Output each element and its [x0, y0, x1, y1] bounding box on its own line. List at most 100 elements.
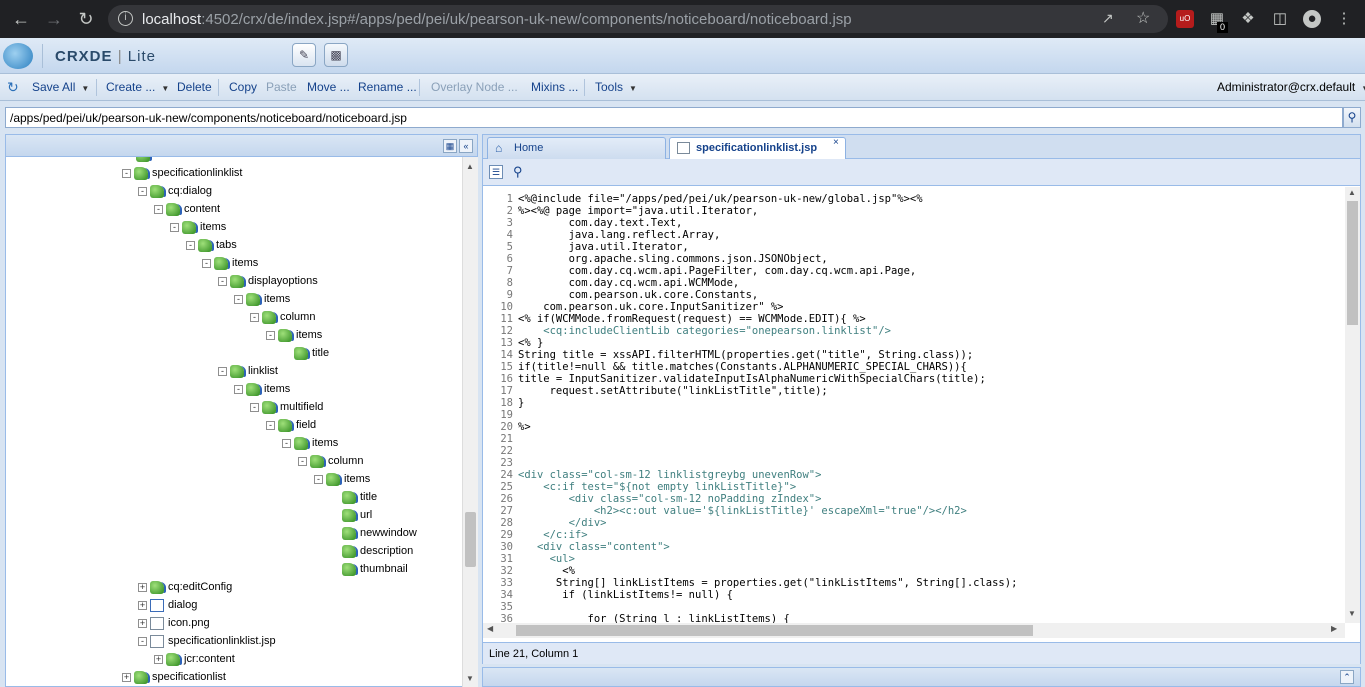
tree-node[interactable]: - specificationlinklist.jsp [138, 632, 276, 650]
info-icon[interactable]: i [118, 11, 133, 26]
tree-node[interactable]: - items [202, 254, 258, 272]
tree-node[interactable]: - displayoptions [218, 272, 318, 290]
collapse-icon[interactable]: - [266, 330, 275, 340]
code-line: <div class="content"> [518, 541, 670, 553]
tree-node[interactable]: thumbnail [330, 560, 408, 578]
user-menu-button[interactable]: Administrator@crx.default▼ [1217, 80, 1365, 94]
puzzle-extensions-icon[interactable]: ❖ [1239, 10, 1257, 28]
tree-node[interactable]: title [282, 344, 329, 362]
find-icon[interactable]: ⚲ [513, 164, 523, 180]
collapse-icon[interactable]: - [122, 168, 131, 178]
forward-icon[interactable]: → [44, 9, 64, 29]
tree-node[interactable]: - items [266, 326, 322, 344]
tree-node[interactable]: - items [282, 434, 338, 452]
address-bar[interactable]: i localhost:4502/crx/de/index.jsp#/apps/… [108, 5, 1168, 33]
package-mode-icon[interactable]: ▩ [324, 43, 348, 67]
code-line: <cq:includeClientLib categories="onepear… [518, 325, 891, 337]
editor-vscroll-thumb[interactable] [1347, 201, 1358, 325]
code-line: %><%@ page import="java.util.Iterator, [518, 205, 759, 217]
save-all-button[interactable]: Save All ▼ [32, 80, 89, 94]
collapse-icon[interactable]: - [234, 294, 243, 304]
expand-panel-icon[interactable]: ⌃ [1340, 670, 1354, 684]
tree-node[interactable]: - items [234, 380, 290, 398]
collapse-icon[interactable]: - [298, 456, 307, 466]
tree-node[interactable]: - items [314, 470, 370, 488]
tree-node[interactable]: url [330, 506, 372, 524]
tree-node[interactable]: newwindow [330, 524, 417, 542]
collapse-icon[interactable]: - [282, 438, 291, 448]
collapse-icon[interactable]: - [314, 474, 323, 484]
tree-node[interactable]: - column [250, 308, 315, 326]
develop-mode-icon[interactable]: ✎ [292, 43, 316, 67]
tree-node[interactable]: - tabs [186, 236, 237, 254]
back-icon[interactable]: ← [11, 9, 31, 29]
collapse-icon[interactable]: - [250, 312, 259, 322]
collapse-icon[interactable]: - [138, 186, 147, 196]
tree-node[interactable]: - field [266, 416, 316, 434]
collapse-icon[interactable]: - [138, 636, 147, 646]
tree-node[interactable]: + icon.png [138, 614, 210, 632]
paste-button[interactable]: Paste [266, 80, 297, 94]
create-button[interactable]: Create ... ▼ [106, 80, 169, 94]
tree-node[interactable]: - specificationlinklist [122, 164, 242, 182]
collapse-icon[interactable]: - [154, 204, 163, 214]
tree-scrollbar[interactable]: ▲ ▼ [462, 157, 478, 687]
mixins-button[interactable]: Mixins ... [531, 80, 578, 94]
collapse-icon[interactable]: - [218, 366, 227, 376]
tools-menu-button[interactable]: Tools ▼ [595, 80, 637, 94]
tree-node[interactable]: description [330, 542, 413, 560]
move-button[interactable]: Move ... [307, 80, 350, 94]
refresh-icon[interactable]: ↻ [7, 79, 19, 96]
expand-icon[interactable]: + [138, 618, 147, 628]
menu-kebab-icon[interactable]: ⋮ [1335, 10, 1353, 28]
tree-node[interactable]: + cq:editConfig [138, 578, 232, 596]
tree-node[interactable]: + dialog [138, 596, 197, 614]
editor-vertical-scrollbar[interactable]: ▲ ▼ [1345, 187, 1360, 623]
expand-icon[interactable]: + [154, 654, 163, 664]
expand-icon[interactable]: + [122, 672, 131, 682]
node-icon [230, 364, 244, 378]
bookmark-star-icon[interactable]: ☆ [1136, 8, 1150, 28]
reload-icon[interactable]: ↻ [76, 9, 96, 29]
tree-node[interactable]: - items [170, 218, 226, 236]
tree-node[interactable]: - linklist [218, 362, 278, 380]
ublock-extension-icon[interactable]: uO [1176, 10, 1194, 28]
expand-icon[interactable]: + [138, 600, 147, 610]
tree-node[interactable]: + specificationlist [122, 668, 226, 686]
tab-specificationlinklist-jsp[interactable]: specificationlinklist.jsp [669, 137, 846, 159]
tree-scroll-thumb[interactable] [465, 512, 476, 567]
tree-node[interactable]: - content [154, 200, 220, 218]
expand-icon[interactable]: + [138, 582, 147, 592]
tree-node[interactable]: - items [234, 290, 290, 308]
node-icon [326, 472, 340, 486]
side-panel-icon[interactable]: ◫ [1271, 10, 1289, 28]
search-icon[interactable]: ⚲ [1343, 107, 1361, 128]
collapse-icon[interactable]: - [234, 384, 243, 394]
path-input[interactable]: /apps/ped/pei/uk/pearson-uk-new/componen… [5, 107, 1343, 128]
tree-options-icon[interactable]: ▦ [443, 139, 457, 153]
editor-hscroll-thumb[interactable] [516, 625, 1033, 636]
tree-node[interactable]: + jcr:content [154, 650, 235, 668]
collapse-icon[interactable]: - [266, 420, 275, 430]
editor-horizontal-scrollbar[interactable]: ◀ ▶ [483, 623, 1345, 638]
profile-icon[interactable]: ● [1303, 10, 1321, 28]
rename-button[interactable]: Rename ... [358, 80, 417, 94]
tree-node[interactable]: - column [298, 452, 363, 470]
delete-button[interactable]: Delete [177, 80, 212, 94]
collapse-icon[interactable]: - [170, 222, 179, 232]
format-icon[interactable]: ☰ [489, 165, 503, 179]
overlay-node-button[interactable]: Overlay Node ... [431, 80, 518, 94]
collapse-icon[interactable]: - [202, 258, 211, 268]
collapse-panel-icon[interactable]: « [459, 139, 473, 153]
tree-node[interactable]: - multifield [250, 398, 323, 416]
collapse-icon[interactable]: - [186, 240, 195, 250]
collapse-icon[interactable]: - [250, 402, 259, 412]
tab-home[interactable]: ⌂ Home [487, 137, 666, 159]
collapse-icon[interactable]: - [218, 276, 227, 286]
copy-button[interactable]: Copy [229, 80, 257, 94]
code-editor[interactable]: 1 <%@include file="/apps/ped/pei/uk/pears… [483, 187, 1345, 623]
close-tab-icon[interactable]: × [833, 138, 843, 148]
share-icon[interactable]: ↗ [1102, 10, 1114, 27]
tree-node[interactable]: - cq:dialog [138, 182, 212, 200]
tree-node[interactable]: title [330, 488, 377, 506]
